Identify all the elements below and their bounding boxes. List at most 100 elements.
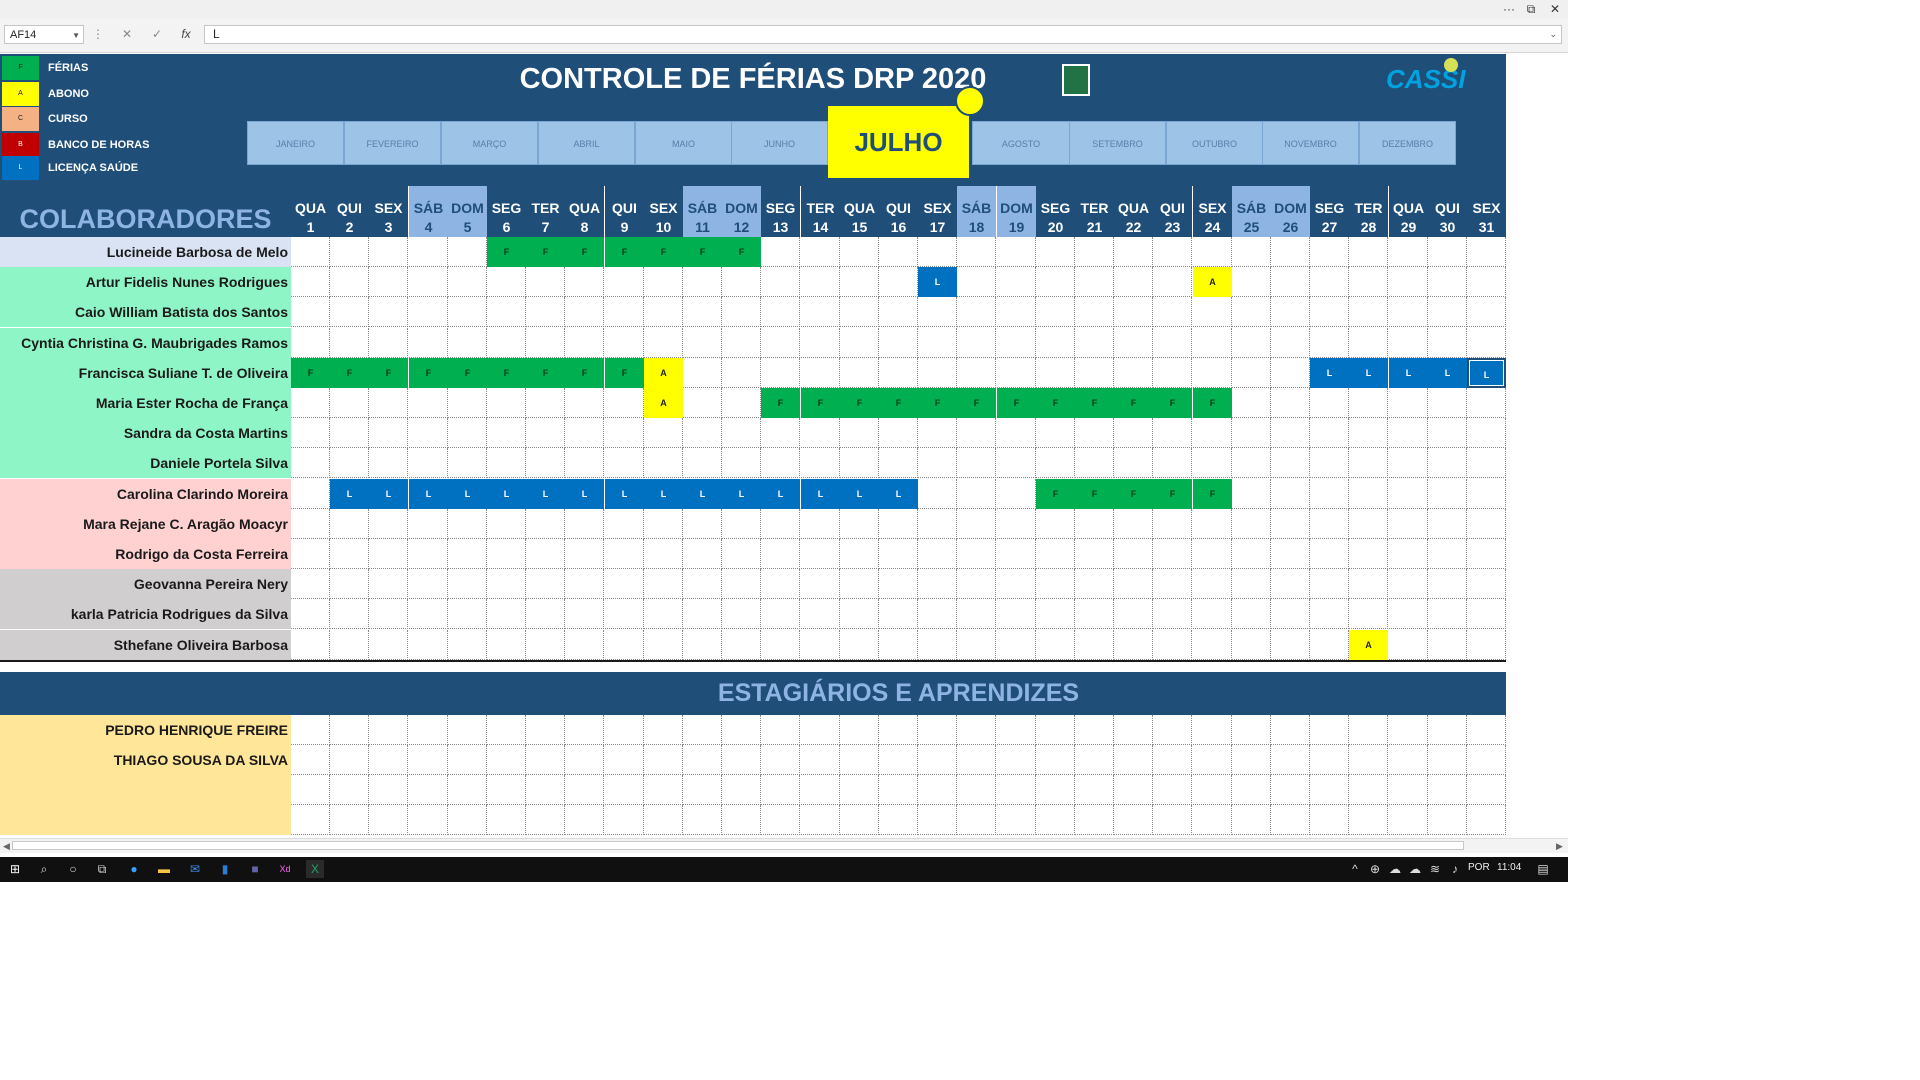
grid-cell[interactable] [291, 479, 330, 509]
grid-cell[interactable] [644, 448, 683, 478]
grid-cell[interactable] [1153, 509, 1192, 539]
grid-cell[interactable] [1153, 267, 1192, 297]
grid-cell[interactable] [369, 237, 408, 267]
grid-cell[interactable] [1193, 630, 1232, 660]
grid-cell[interactable] [369, 509, 408, 539]
grid-cell[interactable] [1349, 267, 1388, 297]
tab-month-maio[interactable]: MAIO [635, 121, 732, 165]
mark-F[interactable]: F [565, 358, 604, 388]
scroll-left-icon[interactable]: ◀ [3, 839, 10, 853]
grid-cell[interactable] [683, 388, 722, 418]
grid-cell[interactable] [801, 509, 840, 539]
grid-cell[interactable] [448, 388, 487, 418]
grid-cell[interactable] [761, 267, 800, 297]
grid-cell[interactable] [761, 328, 800, 358]
grid-cell[interactable] [722, 599, 761, 629]
grid-cell[interactable] [1232, 805, 1271, 835]
grid-cell[interactable] [565, 745, 604, 775]
tab-month-dezembro[interactable]: DEZEMBRO [1359, 121, 1456, 165]
grid-cell[interactable] [1428, 509, 1467, 539]
grid-cell[interactable] [840, 418, 879, 448]
tab-month-outubro[interactable]: OUTUBRO [1166, 121, 1263, 165]
grid-cell[interactable] [644, 539, 683, 569]
grid-cell[interactable] [1036, 539, 1075, 569]
mark-F[interactable]: F [761, 388, 800, 418]
grid-cell[interactable] [565, 775, 604, 805]
grid-cell[interactable] [1153, 237, 1192, 267]
grid-cell[interactable] [997, 509, 1036, 539]
grid-cell[interactable] [644, 805, 683, 835]
grid-cell[interactable] [409, 448, 448, 478]
grid-cell[interactable] [1467, 418, 1506, 448]
mark-F[interactable]: F [330, 358, 369, 388]
grid-cell[interactable] [1114, 539, 1153, 569]
mark-F[interactable]: F [644, 237, 683, 267]
grid-cell[interactable] [918, 418, 957, 448]
grid-cell[interactable] [1467, 715, 1506, 745]
grid-cell[interactable] [1310, 448, 1349, 478]
grid-cell[interactable] [605, 509, 644, 539]
grid-cell[interactable] [918, 448, 957, 478]
wifi-icon[interactable]: ≋ [1426, 860, 1444, 878]
insert-function-icon[interactable]: fx [175, 25, 197, 44]
enter-icon[interactable]: ✓ [146, 25, 168, 44]
grid-cell[interactable] [1114, 569, 1153, 599]
grid-cell[interactable] [369, 745, 408, 775]
grid-cell[interactable] [1389, 237, 1428, 267]
grid-cell[interactable] [722, 509, 761, 539]
grid-cell[interactable] [1349, 775, 1388, 805]
scroll-thumb[interactable] [12, 841, 1464, 850]
grid-cell[interactable] [1389, 805, 1428, 835]
grid-cell[interactable] [409, 237, 448, 267]
grid-cell[interactable] [409, 745, 448, 775]
grid-cell[interactable] [1036, 599, 1075, 629]
mark-L[interactable]: L [644, 479, 683, 509]
drag-handle-icon[interactable]: ⋮ [92, 25, 104, 44]
grid-cell[interactable] [409, 539, 448, 569]
mark-L[interactable]: L [801, 479, 840, 509]
grid-cell[interactable] [1428, 775, 1467, 805]
grid-cell[interactable] [683, 418, 722, 448]
grid-cell[interactable] [1271, 237, 1310, 267]
task-view-icon[interactable]: ⧉ [93, 860, 111, 878]
grid-cell[interactable] [1232, 418, 1271, 448]
grid-cell[interactable] [879, 569, 918, 599]
grid-cell[interactable] [683, 297, 722, 327]
horizontal-scrollbar[interactable]: ◀ ▶ [0, 838, 1568, 853]
grid-cell[interactable] [761, 237, 800, 267]
grid-cell[interactable] [448, 328, 487, 358]
grid-cell[interactable] [761, 599, 800, 629]
grid-cell[interactable] [1114, 237, 1153, 267]
grid-cell[interactable] [448, 569, 487, 599]
grid-cell[interactable] [291, 297, 330, 327]
mark-F[interactable]: F [526, 358, 565, 388]
grid-cell[interactable] [291, 388, 330, 418]
grid-cell[interactable] [997, 418, 1036, 448]
grid-cell[interactable] [1114, 328, 1153, 358]
grid-cell[interactable] [526, 388, 565, 418]
grid-cell[interactable] [1075, 805, 1114, 835]
mark-L[interactable]: L [565, 479, 604, 509]
grid-cell[interactable] [1036, 328, 1075, 358]
grid-cell[interactable] [683, 715, 722, 745]
grid-cell[interactable] [997, 745, 1036, 775]
grid-cell[interactable] [487, 328, 526, 358]
grid-cell[interactable] [997, 630, 1036, 660]
grid-cell[interactable] [291, 418, 330, 448]
grid-cell[interactable] [291, 715, 330, 745]
grid-cell[interactable] [801, 328, 840, 358]
grid-cell[interactable] [761, 715, 800, 745]
mark-F[interactable]: F [1114, 479, 1153, 509]
grid-cell[interactable] [957, 539, 996, 569]
grid-cell[interactable] [644, 715, 683, 745]
grid-cell[interactable] [997, 715, 1036, 745]
grid-cell[interactable] [1389, 630, 1428, 660]
grid-cell[interactable] [565, 509, 604, 539]
grid-cell[interactable] [1232, 569, 1271, 599]
mark-L[interactable]: L [1389, 358, 1428, 388]
grid-cell[interactable] [1349, 297, 1388, 327]
grid-cell[interactable] [448, 237, 487, 267]
grid-cell[interactable] [801, 599, 840, 629]
grid-cell[interactable] [840, 569, 879, 599]
grid-cell[interactable] [448, 509, 487, 539]
